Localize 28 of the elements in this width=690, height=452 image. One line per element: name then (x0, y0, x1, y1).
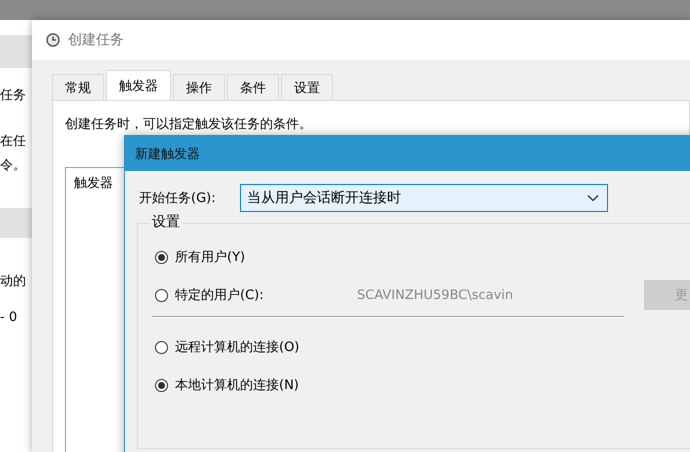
radio-button[interactable] (155, 250, 168, 264)
radio-label[interactable]: 本地计算机的连接(N) (175, 376, 357, 394)
description-text: 创建任务时，可以指定触发该任务的条件。 (65, 116, 313, 133)
radio-button[interactable] (155, 378, 168, 392)
window-text: 在任 (0, 134, 27, 150)
radio-label[interactable]: 所有用户(Y) (175, 248, 357, 266)
chevron-down-icon (587, 194, 599, 202)
radio-button[interactable] (155, 288, 168, 302)
group-title: 设置 (150, 213, 182, 231)
column-header[interactable]: 触发器 (74, 176, 113, 191)
window-title: 创建任务 (68, 31, 124, 49)
begin-task-dropdown[interactable]: 当从用户会话断开连接时 (240, 184, 608, 212)
user-name: SCAVINZHU59BC\scavin (357, 288, 514, 302)
tab[interactable]: 条件 (227, 74, 279, 100)
dialog-title: 新建触发器 (135, 146, 200, 162)
window-text: 任务 (0, 88, 27, 104)
tab[interactable]: 设置 (281, 74, 333, 100)
radio-label[interactable]: 远程计算机的连接(O) (175, 338, 357, 356)
tab[interactable]: 常规 (52, 74, 104, 100)
clock-icon (46, 33, 60, 47)
begin-task-label: 开始任务(G): (139, 190, 217, 207)
radio-label[interactable]: 特定的用户(C): (175, 286, 357, 304)
tab[interactable]: 操作 (173, 74, 225, 100)
tab[interactable]: 触发器 (106, 70, 171, 100)
window-text: 令。 (0, 158, 27, 174)
radio-button[interactable] (155, 340, 168, 354)
window-text: - 0 (0, 310, 18, 326)
window-text: 动的 (0, 274, 27, 290)
